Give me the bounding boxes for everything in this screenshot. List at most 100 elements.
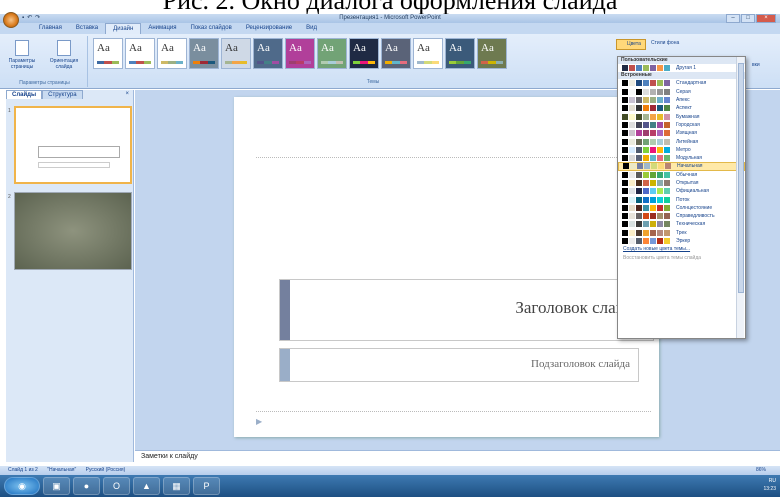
color-scheme-item[interactable]: Техническая [618, 220, 745, 228]
theme-thumbnail[interactable]: Aa [93, 38, 123, 69]
color-scheme-item[interactable]: Справедливость [618, 212, 745, 220]
tab-outline[interactable]: Структура [42, 90, 83, 99]
theme-thumbnail[interactable]: Aa [253, 38, 283, 69]
maximize-button[interactable]: □ [741, 14, 755, 23]
color-scheme-label: Апекс [676, 97, 690, 104]
close-button[interactable]: × [756, 14, 776, 23]
theme-sample-text: Aa [129, 42, 142, 54]
tab-slideshow[interactable]: Показ слайдов [184, 23, 239, 34]
orientation-label: Ориентация слайда [49, 58, 79, 70]
ribbon-tabs: Главная Вставка Дизайн Анимация Показ сл… [0, 23, 780, 34]
keyboard-language[interactable]: RU [763, 477, 776, 485]
color-scheme-item[interactable]: Апекс [618, 96, 745, 104]
zoom-level[interactable]: 86% [756, 466, 766, 475]
theme-thumbnail[interactable]: Aa [189, 38, 219, 69]
minimize-button[interactable]: – [726, 14, 740, 23]
theme-sample-text: Aa [449, 42, 462, 54]
theme-colors-button[interactable]: Цвета [616, 39, 646, 50]
color-scheme-item[interactable]: Начальная [618, 162, 745, 171]
slide-thumbnail-1[interactable] [14, 106, 132, 184]
tab-view[interactable]: Вид [299, 23, 324, 34]
color-scheme-label: Бумажная [676, 113, 700, 120]
theme-thumbnail[interactable]: Aa [381, 38, 411, 69]
slide-canvas[interactable]: Заголовок слайда Подзаголовок слайда ▶ [234, 97, 659, 437]
color-scheme-label: Метро [676, 146, 691, 153]
pane-close-icon[interactable]: × [125, 90, 129, 99]
save-icon[interactable]: ▪ [22, 14, 24, 23]
color-scheme-item[interactable]: Открытая [618, 179, 745, 187]
color-scheme-item[interactable]: Бумажная [618, 112, 745, 120]
theme-sample-text: Aa [97, 42, 110, 54]
start-button[interactable]: ◉ [4, 477, 40, 495]
undo-icon[interactable]: ↶ [27, 14, 32, 23]
color-scheme-label: Обычная [676, 171, 698, 178]
page-setup-button[interactable]: Параметры страницы [4, 40, 40, 70]
color-scheme-item[interactable]: Другая 1 [618, 64, 745, 72]
theme-thumbnail[interactable]: Aa [125, 38, 155, 69]
color-scheme-item[interactable]: Официальная [618, 187, 745, 195]
explorer-icon[interactable]: ▣ [43, 477, 70, 495]
color-scheme-item[interactable]: Литейная [618, 137, 745, 145]
theme-thumbnail[interactable]: Aa [317, 38, 347, 69]
color-scheme-item[interactable]: Эркер [618, 237, 745, 245]
tab-slides[interactable]: Слайды [6, 90, 43, 99]
theme-thumbnail[interactable]: Aa [285, 38, 315, 69]
triangle-icon: ▶ [256, 417, 263, 426]
color-scheme-item[interactable]: Метро [618, 146, 745, 154]
status-bar: Слайд 1 из 2 "Начальная" Русский (Россия… [0, 466, 780, 475]
slide-thumbnail-2[interactable] [14, 192, 132, 270]
theme-thumbnail[interactable]: Aa [221, 38, 251, 69]
page-setup-icon [15, 40, 29, 56]
theme-color-strip [417, 61, 439, 64]
color-scheme-label: Солнцестояние [676, 204, 713, 211]
create-theme-colors-link[interactable]: Создать новые цвета темы... [618, 245, 745, 254]
color-scheme-item[interactable]: Серая [618, 88, 745, 96]
dropdown-scrollbar[interactable] [736, 57, 744, 338]
app-icon[interactable]: ▲ [133, 477, 160, 495]
color-scheme-item[interactable]: Аспект [618, 104, 745, 112]
color-scheme-label: Техническая [676, 221, 706, 228]
color-scheme-item[interactable]: Стандартная [618, 79, 745, 87]
color-scheme-item[interactable]: Модульная [618, 154, 745, 162]
theme-thumbnail[interactable]: Aa [477, 38, 507, 69]
color-swatches [622, 80, 671, 87]
theme-thumbnail[interactable]: Aa [349, 38, 379, 69]
theme-colors-dropdown: Пользовательские Другая 1 Встроенные Ста… [617, 56, 746, 339]
tab-home[interactable]: Главная [32, 23, 69, 34]
opera-icon[interactable]: O [103, 477, 130, 495]
color-swatches [622, 229, 671, 236]
tab-animation[interactable]: Анимация [141, 23, 183, 34]
tab-design[interactable]: Дизайн [105, 23, 142, 34]
title-placeholder[interactable]: Заголовок слайда [279, 279, 654, 341]
color-scheme-label: Городская [676, 121, 700, 128]
orientation-button[interactable]: Ориентация слайда [46, 40, 82, 70]
notes-pane[interactable]: Заметки к слайду [135, 450, 780, 462]
office-button[interactable] [3, 12, 19, 28]
color-scheme-label: Поток [676, 196, 690, 203]
color-swatches [622, 65, 671, 72]
color-scheme-item[interactable]: Поток [618, 195, 745, 203]
tab-review[interactable]: Рецензирование [239, 23, 299, 34]
language-indicator[interactable]: Русский (Россия) [86, 467, 126, 473]
subtitle-placeholder[interactable]: Подзаголовок слайда [279, 348, 639, 382]
theme-color-strip [129, 61, 151, 64]
color-scheme-item[interactable]: Трек [618, 229, 745, 237]
scroll-thumb[interactable] [738, 63, 744, 293]
theme-sample-text: Aa [289, 42, 302, 54]
theme-thumbnail[interactable]: Aa [445, 38, 475, 69]
color-scheme-item[interactable]: Изящная [618, 129, 745, 137]
clock: 13:23 [763, 486, 776, 492]
window-switch-icon[interactable]: ▦ [163, 477, 190, 495]
powerpoint-icon[interactable]: P [193, 477, 220, 495]
background-styles-button[interactable]: Стили фона [651, 39, 679, 48]
theme-color-strip [161, 61, 183, 64]
theme-thumbnail[interactable]: Aa [413, 38, 443, 69]
color-scheme-item[interactable]: Солнцестояние [618, 204, 745, 212]
theme-color-strip [193, 61, 215, 64]
color-scheme-item[interactable]: Обычная [618, 171, 745, 179]
redo-icon[interactable]: ↷ [35, 14, 40, 23]
color-scheme-item[interactable]: Городская [618, 121, 745, 129]
theme-thumbnail[interactable]: Aa [157, 38, 187, 69]
tab-insert[interactable]: Вставка [69, 23, 105, 34]
browser-icon[interactable]: ● [73, 477, 100, 495]
